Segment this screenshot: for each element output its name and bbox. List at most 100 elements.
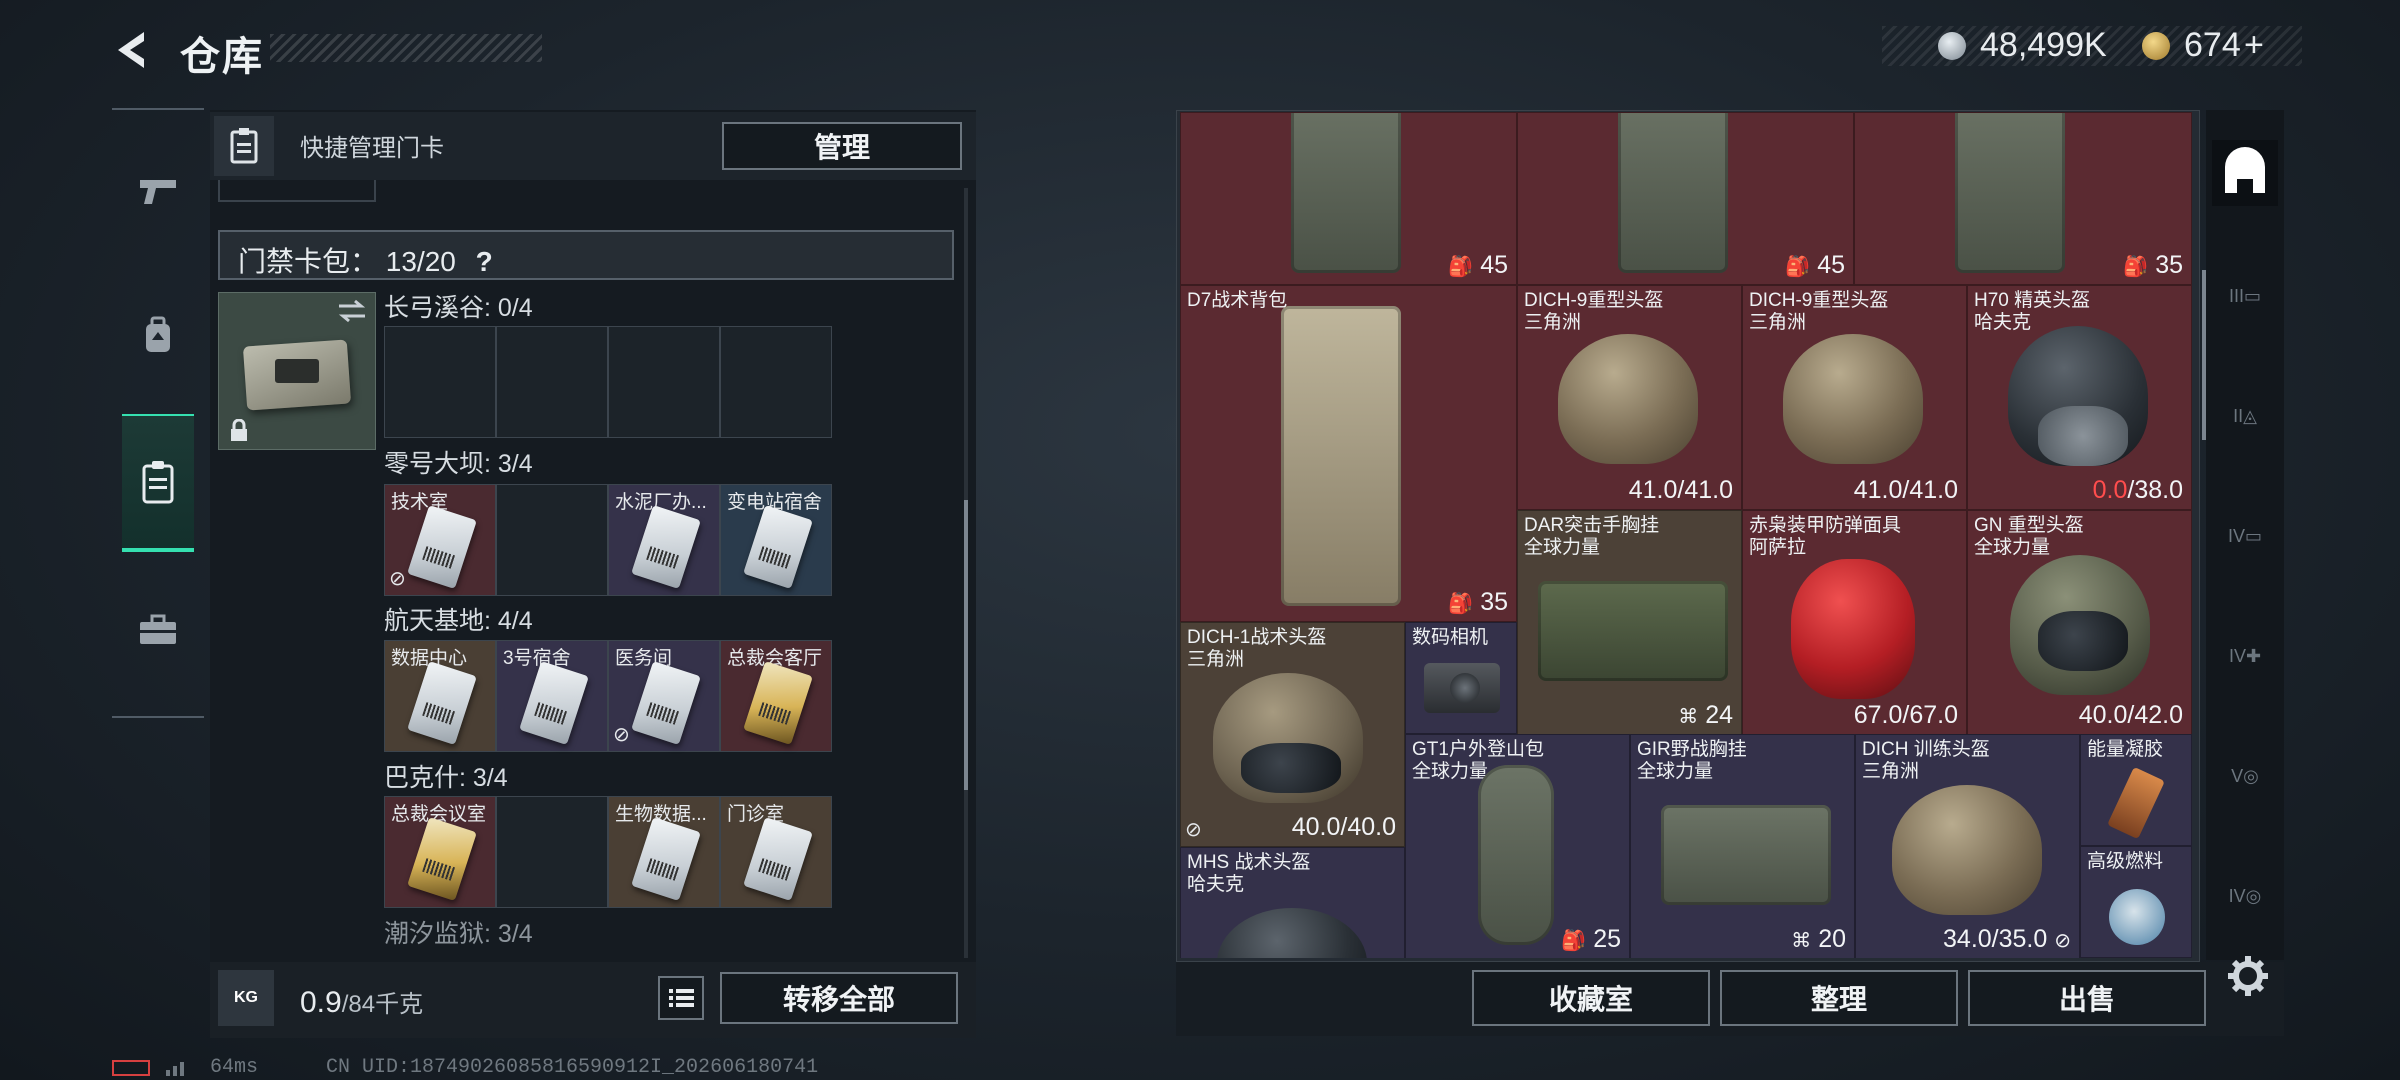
no-trade-icon: ⊘ <box>389 568 406 590</box>
keycard-image <box>407 817 477 901</box>
keycard-slot[interactable]: 医务间 ⊘ <box>608 640 720 752</box>
keycard-slot[interactable] <box>496 326 608 438</box>
storage-tab[interactable]: V ◎ <box>2206 740 2284 812</box>
keycard-pack-label: 门禁卡包： 13/20 ? <box>238 246 493 277</box>
pistol-icon <box>140 180 176 204</box>
no-trade-icon: ⊘ <box>1185 819 1202 841</box>
keycard-image <box>407 505 477 589</box>
region-label: 零号大坝: 3/4 <box>384 450 533 478</box>
inventory-item-gir-chest-rig[interactable]: GIR野战胸挂 全球力量 ⌘ 20 <box>1630 734 1855 958</box>
nav-keycards[interactable] <box>122 414 194 552</box>
storage-tab-main[interactable] <box>2212 140 2278 206</box>
inventory-item-digital-camera[interactable]: 数码相机 <box>1405 622 1517 734</box>
keycard-slot[interactable] <box>496 796 608 908</box>
backpack-icon: 🎒 <box>1785 256 1811 278</box>
keycard-slot[interactable]: 生物数据... <box>608 796 720 908</box>
storage-tab[interactable]: IV ▭ <box>2206 500 2284 572</box>
inventory-item-dich9-helmet[interactable]: DICH-9重型头盔 三角洲 41.0/41.0 <box>1742 285 1967 510</box>
signal-icon <box>164 1058 194 1076</box>
sell-button[interactable]: 出售 <box>1968 970 2206 1026</box>
inventory-item-dich9-helmet[interactable]: DICH-9重型头盔 三角洲 41.0/41.0 <box>1517 285 1742 510</box>
add-currency-button[interactable]: + <box>2244 26 2264 65</box>
warehouse-icon <box>2225 147 2265 193</box>
inventory-item-dich-training-helmet[interactable]: DICH 训练头盔 三角洲 34.0/35.0 ⊘ <box>1855 734 2080 958</box>
panel-tab-stub <box>218 180 376 202</box>
keycard-pack-item[interactable] <box>218 292 376 450</box>
no-trade-icon: ⊘ <box>613 724 630 746</box>
keycard-slot[interactable] <box>496 484 608 596</box>
keycard-slot[interactable]: 技术室 ⊘ <box>384 484 496 596</box>
weight-icon: KG <box>218 970 274 1026</box>
inventory-item[interactable]: 🎒 35 <box>1854 112 2192 285</box>
keycard-slot[interactable] <box>720 326 832 438</box>
keycard-slot[interactable]: 变电站宿舍 <box>720 484 832 596</box>
storage-tab[interactable]: IV ◎ <box>2206 860 2284 932</box>
backpack-icon: 🎒 <box>1561 930 1587 952</box>
page-title: 仓库 <box>180 35 264 79</box>
nav-toolbox[interactable] <box>122 584 194 676</box>
keycard-image <box>743 817 813 901</box>
list-view-button[interactable] <box>658 976 704 1020</box>
region-label: 航天基地: 4/4 <box>384 607 533 635</box>
storage-tab[interactable]: III ▭ <box>2206 260 2284 332</box>
keycard-holder-icon <box>142 461 174 504</box>
swap-icon[interactable] <box>337 299 367 323</box>
collection-room-button[interactable]: 收藏室 <box>1472 970 1710 1026</box>
keycard-slot[interactable]: 水泥厂办... <box>608 484 720 596</box>
keycard-slot[interactable]: 3号宿舍 <box>496 640 608 752</box>
ping-value: 64ms <box>210 1056 259 1079</box>
keycard-image <box>631 817 701 901</box>
keycard-slot[interactable]: 总裁会客厅 <box>720 640 832 752</box>
silver-coin-icon <box>1938 32 1966 60</box>
help-icon[interactable]: ? <box>476 246 493 277</box>
back-arrow-icon[interactable] <box>108 26 156 74</box>
inventory-item[interactable]: 🎒 45 <box>1517 112 1854 285</box>
settings-gear-icon[interactable] <box>2226 954 2270 998</box>
region-label: 长弓溪谷: 0/4 <box>384 294 533 322</box>
quick-manage-label: 快捷管理门卡 <box>300 135 444 162</box>
inventory-item-d7-backpack[interactable]: D7战术背包 🎒 35 <box>1180 285 1517 622</box>
inventory-grid: 🎒 45 🎒 45 🎒 35 D7战术背包 🎒 35 DICH-9重型头盔 三角洲… <box>1180 112 2192 958</box>
keycard-image <box>631 661 701 745</box>
backpack-icon: 🎒 <box>1448 256 1474 278</box>
inventory-item-gt1-backpack[interactable]: GT1户外登山包 全球力量 🎒 25 <box>1405 734 1630 958</box>
keycard-image <box>631 505 701 589</box>
organize-button[interactable]: 整理 <box>1720 970 1958 1026</box>
keycard-slot[interactable]: 门诊室 <box>720 796 832 908</box>
keycard-scroll-thumb[interactable] <box>964 500 968 790</box>
inventory-item-mhs-helmet[interactable]: MHS 战术头盔 哈夫克 <box>1180 847 1405 958</box>
keycard-slot[interactable] <box>384 326 496 438</box>
keycard-slot[interactable] <box>608 326 720 438</box>
keycard-slot[interactable]: 总裁会议室 <box>384 796 496 908</box>
keycard-image <box>743 661 813 745</box>
keycard-holder-icon <box>214 116 274 176</box>
keycard-image <box>407 661 477 745</box>
inventory-item[interactable]: 🎒 45 <box>1180 112 1517 285</box>
manage-button[interactable]: 管理 <box>722 122 962 170</box>
uid-text: CN UID:18749026085816590912I_20260618074… <box>326 1056 819 1079</box>
inventory-item-premium-fuel[interactable]: 高级燃料 <box>2080 846 2192 958</box>
keycard-pack-count: 13/20 <box>385 246 456 277</box>
silver-currency-value: 48,499K <box>1980 26 2107 64</box>
keycard-image <box>743 505 813 589</box>
no-trade-icon: ⊘ <box>2054 930 2071 952</box>
battery-icon <box>112 1060 150 1076</box>
inventory-item-energy-gel[interactable]: 能量凝胶 <box>2080 734 2192 846</box>
inventory-item-dar-chest-rig[interactable]: DAR突击手胸挂 全球力量 ⌘ 24 <box>1517 510 1742 735</box>
inventory-item-h70-helmet[interactable]: H70 精英头盔 哈夫克 0.0/38.0 <box>1967 285 2192 510</box>
storage-tab[interactable]: II ◬ <box>2206 380 2284 452</box>
nav-weapons[interactable] <box>122 144 194 236</box>
vest-icon: ⌘ <box>1791 930 1812 952</box>
storage-tab[interactable]: IV ✚ <box>2206 620 2284 692</box>
backpack-icon: 🎒 <box>1448 593 1474 615</box>
weight-value: 0.9/84千克 <box>300 986 424 1019</box>
nav-equipment[interactable] <box>122 290 194 382</box>
keycard-slot[interactable]: 数据中心 <box>384 640 496 752</box>
transfer-all-button[interactable]: 转移全部 <box>720 972 958 1024</box>
inventory-item-dich1-helmet[interactable]: DICH-1战术头盔 三角洲 ⊘ 40.0/40.0 <box>1180 622 1405 847</box>
inventory-item-gn-helmet[interactable]: GN 重型头盔 全球力量 40.0/42.0 <box>1967 510 2192 735</box>
briefcase-icon <box>140 614 176 644</box>
title-decoration <box>270 34 542 62</box>
backpack-icon <box>146 316 170 352</box>
inventory-item-armored-mask[interactable]: 赤枭装甲防弹面具 阿萨拉 67.0/67.0 <box>1742 510 1967 735</box>
